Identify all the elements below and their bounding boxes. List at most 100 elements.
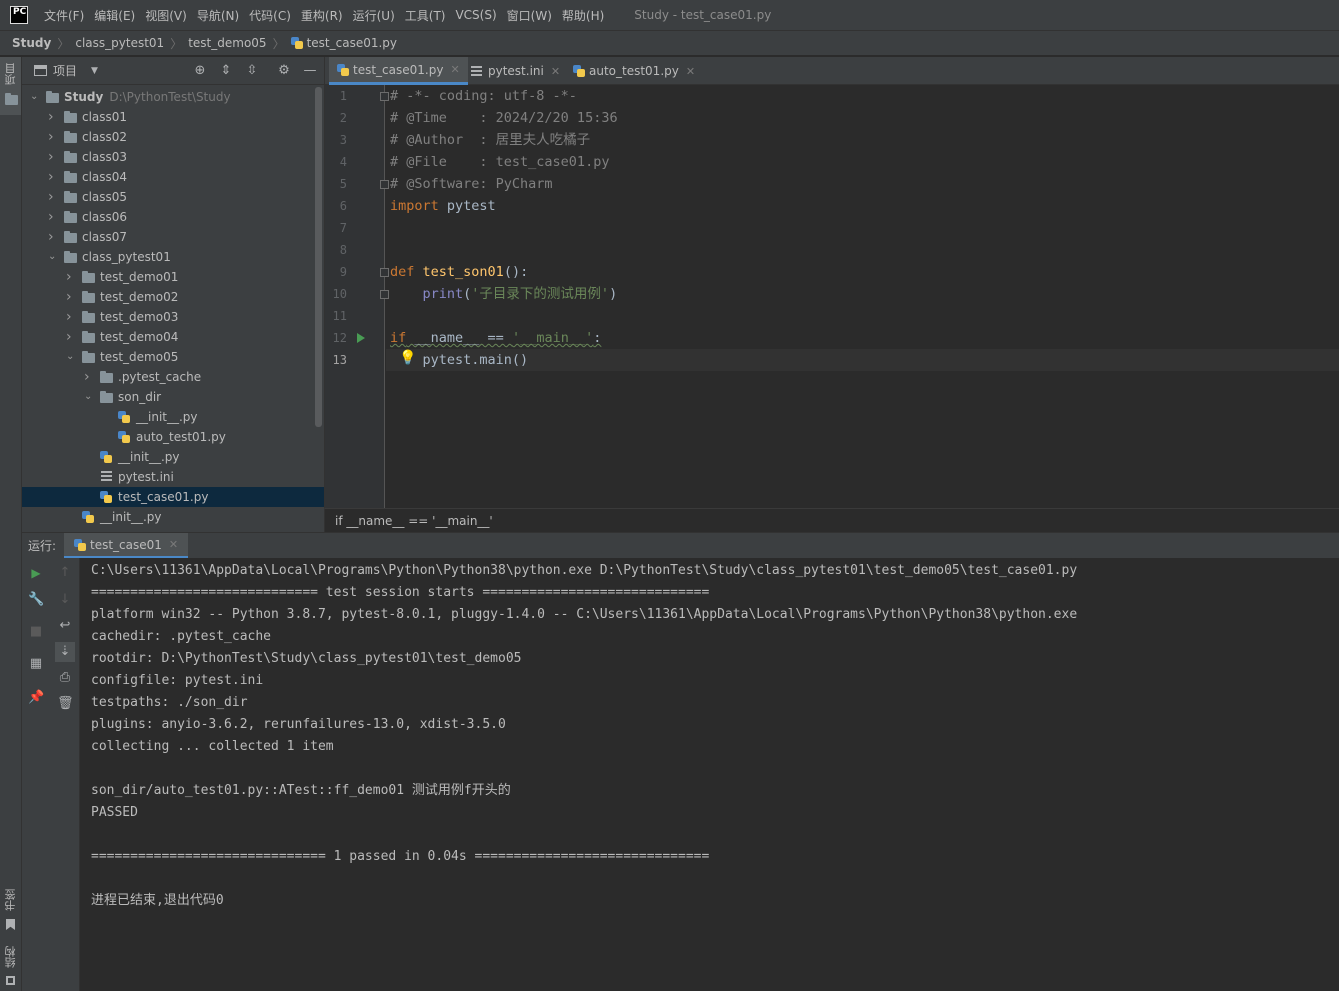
close-icon[interactable]: ✕ <box>686 65 695 78</box>
chevron-right-icon[interactable]: › <box>84 367 94 387</box>
chevron-right-icon[interactable]: › <box>48 107 58 127</box>
menu-help[interactable]: 帮助(H) <box>562 7 604 24</box>
tree-item[interactable]: ⌄ test_demo05 <box>22 347 324 367</box>
code-line-5[interactable]: # @Software: PyCharm <box>390 173 553 195</box>
tree-item[interactable]: › class02 <box>22 127 324 147</box>
run-console[interactable]: C:\Users\11361\AppData\Local\Programs\Py… <box>80 558 1339 991</box>
tree-item[interactable]: › .pytest_cache <box>22 367 324 387</box>
close-icon[interactable]: ✕ <box>450 63 459 76</box>
menu-code[interactable]: 代码(C) <box>249 7 291 24</box>
soft-wrap-icon[interactable]: ↩ <box>57 618 73 634</box>
code-line-10[interactable]: print('子目录下的测试用例') <box>390 283 618 305</box>
tree-item[interactable]: __init__.py <box>22 407 324 427</box>
tree-item[interactable]: › test_demo04 <box>22 327 324 347</box>
breadcrumb-folder[interactable]: test_demo05 <box>188 36 266 50</box>
tree-item[interactable]: › class05 <box>22 187 324 207</box>
chevron-right-icon[interactable]: › <box>66 307 76 327</box>
tree-item[interactable]: ⌄ son_dir <box>22 387 324 407</box>
code-line-6[interactable]: import pytest <box>390 195 496 217</box>
chevron-right-icon[interactable]: › <box>66 267 76 287</box>
menu-vcs[interactable]: VCS(S) <box>455 8 496 22</box>
stop-icon[interactable]: ■ <box>28 624 44 640</box>
code-line-2[interactable]: # @Time : 2024/2/20 15:36 <box>390 107 618 129</box>
chevron-right-icon[interactable]: › <box>48 147 58 167</box>
locate-file-icon[interactable]: ⊕ <box>192 63 208 79</box>
tree-item[interactable]: › class03 <box>22 147 324 167</box>
menu-file[interactable]: 文件(F) <box>44 7 84 24</box>
menu-navigate[interactable]: 导航(N) <box>197 7 239 24</box>
chevron-right-icon[interactable]: › <box>66 327 76 347</box>
breadcrumb-module[interactable]: class_pytest01 <box>75 36 164 50</box>
chevron-down-icon[interactable]: ⌄ <box>84 387 94 407</box>
menu-refactor[interactable]: 重构(R) <box>301 7 343 24</box>
breadcrumb-project[interactable]: Study <box>12 36 51 50</box>
menu-tools[interactable]: 工具(T) <box>405 7 446 24</box>
chevron-right-icon[interactable]: › <box>48 187 58 207</box>
close-icon[interactable]: ✕ <box>169 538 178 551</box>
bookmarks-tool-button[interactable]: 书签 <box>0 885 21 935</box>
tree-item[interactable]: › class04 <box>22 167 324 187</box>
tree-item[interactable]: ⌄ class_pytest01 <box>22 247 324 267</box>
project-tool-button[interactable]: 项目 <box>0 57 21 115</box>
tree-item[interactable]: test_case01.py <box>22 487 324 507</box>
tree-item[interactable]: __init__.py <box>22 507 324 527</box>
settings-gear-icon[interactable]: ⚙ <box>276 63 292 79</box>
project-tree-scrollbar[interactable] <box>315 87 322 427</box>
pin-icon[interactable]: 📌 <box>28 690 44 706</box>
hide-panel-icon[interactable]: — <box>302 63 318 79</box>
tree-item[interactable]: › test_demo01 <box>22 267 324 287</box>
code-line-9[interactable]: def test_son01(): <box>390 261 528 283</box>
chevron-right-icon[interactable]: › <box>48 227 58 247</box>
print-icon[interactable]: ⎙ <box>57 670 73 686</box>
editor-tab[interactable]: auto_test01.py ✕ <box>565 57 703 85</box>
menu-view[interactable]: 视图(V) <box>145 7 187 24</box>
chevron-right-icon[interactable]: › <box>48 207 58 227</box>
close-icon[interactable]: ✕ <box>551 65 560 78</box>
scroll-to-end-icon[interactable]: ⇣ <box>55 642 75 662</box>
editor-tab[interactable]: pytest.ini ✕ <box>463 57 568 85</box>
code-line-3[interactable]: # @Author : 居里夫人吃橘子 <box>390 129 590 151</box>
chevron-right-icon[interactable]: › <box>66 287 76 307</box>
tree-item[interactable]: pytest.ini <box>22 467 324 487</box>
collapse-all-icon[interactable]: ⇳ <box>244 63 260 79</box>
menu-edit[interactable]: 编辑(E) <box>94 7 135 24</box>
code-line-4[interactable]: # @File : test_case01.py <box>390 151 609 173</box>
menu-run[interactable]: 运行(U) <box>353 7 395 24</box>
fold-marker-icon[interactable] <box>380 92 389 101</box>
view-dropdown-chevron-down-icon[interactable]: ▼ <box>91 66 98 76</box>
code-editor[interactable]: 1 2 3 4 5 6 7 8 9 10 11 12 13 # -*- coding: utf-8 -*… <box>324 85 1339 508</box>
tree-item[interactable]: › class01 <box>22 107 324 127</box>
editor-breadcrumb[interactable]: if __name__ == '__main__' <box>324 508 1339 532</box>
tree-item[interactable]: __init__.py <box>22 447 324 467</box>
chevron-down-icon[interactable]: ⌄ <box>48 247 58 267</box>
layout-icon[interactable]: ▦ <box>28 656 44 672</box>
fold-marker-icon[interactable] <box>380 290 389 299</box>
trash-icon[interactable]: 🗑 <box>57 696 74 712</box>
fold-marker-icon[interactable] <box>380 180 389 189</box>
arrow-up-icon[interactable]: ↑ <box>57 565 73 581</box>
tree-item[interactable]: › test_demo02 <box>22 287 324 307</box>
editor-tab[interactable]: test_case01.py ✕ <box>329 57 468 85</box>
expand-all-icon[interactable]: ⇕ <box>218 63 234 79</box>
breadcrumb-file[interactable]: test_case01.py <box>307 36 397 50</box>
structure-tool-button[interactable]: 结构 <box>0 942 21 991</box>
tree-item[interactable]: › class07 <box>22 227 324 247</box>
rerun-play-icon[interactable]: ▶ <box>28 565 44 581</box>
intention-bulb-icon[interactable]: 💡 <box>399 350 416 366</box>
code-line-1[interactable]: # -*- coding: utf-8 -*- <box>390 85 577 107</box>
chevron-down-icon[interactable]: ⌄ <box>30 87 40 107</box>
chevron-right-icon[interactable]: › <box>48 127 58 147</box>
code-line-12[interactable]: if __name__ == '__main__': <box>390 327 601 349</box>
run-tab-test-case01[interactable]: test_case01 ✕ <box>64 533 189 559</box>
run-gutter-icon[interactable] <box>357 333 365 343</box>
chevron-down-icon[interactable]: ⌄ <box>66 347 76 367</box>
tree-item[interactable]: › test_demo03 <box>22 307 324 327</box>
wrench-icon[interactable]: 🔧 <box>28 592 44 608</box>
tree-item[interactable]: ⌄ Study D:\PythonTest\Study <box>22 87 324 107</box>
tree-item[interactable]: auto_test01.py <box>22 427 324 447</box>
fold-marker-icon[interactable] <box>380 268 389 277</box>
tree-item[interactable]: › class06 <box>22 207 324 227</box>
chevron-right-icon[interactable]: › <box>48 167 58 187</box>
arrow-down-icon[interactable]: ↓ <box>57 592 73 608</box>
menu-window[interactable]: 窗口(W) <box>507 7 552 24</box>
